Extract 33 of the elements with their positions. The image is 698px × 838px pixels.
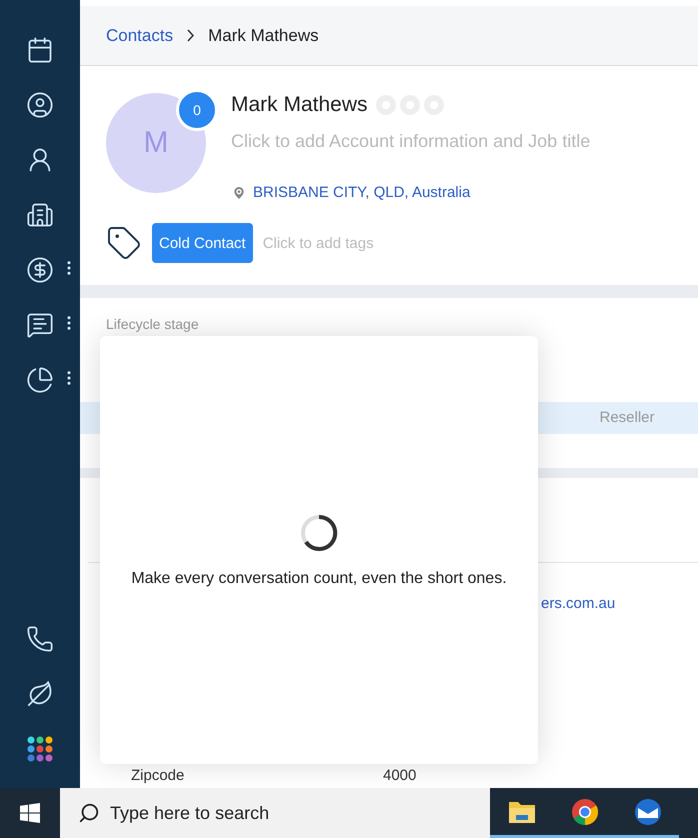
leaf-slash-icon[interactable] [26,680,54,708]
field-label: Zipcode [131,767,186,784]
location-link[interactable]: BRISBANE CITY, QLD, Australia [253,184,470,201]
breadcrumb-link[interactable]: Contacts [106,26,174,46]
windows-start-icon[interactable] [20,803,40,823]
taskbar-search-field[interactable]: Type here to search [60,788,490,838]
tag-chip[interactable]: Cold Contact [152,223,253,263]
calendar-icon[interactable] [26,36,54,64]
chat-icon[interactable] [26,310,54,338]
search-icon [78,802,100,824]
lifecycle-label: Lifecycle stage [105,316,200,332]
breadcrumb-current: Mark Mathews [208,26,319,46]
stage-label[interactable]: Reseller [556,402,698,434]
spinner-icon [300,514,338,552]
phone-icon[interactable] [26,624,54,652]
loading-message: Make every conversation count, even the short ones. [131,570,507,588]
tags-placeholder[interactable]: Click to add tags [262,234,374,252]
contact-icon[interactable] [26,90,54,118]
apps-grid-icon[interactable] [27,736,53,762]
browser-icon[interactable] [570,798,598,826]
location-pin-icon [231,184,247,200]
building-icon[interactable] [26,200,54,228]
subtitle-placeholder[interactable]: Click to add Account information and Job title [231,131,590,152]
contact-name: Mark Mathews [231,93,368,117]
folder-icon[interactable] [508,800,536,824]
chevron-icon [187,29,194,42]
pie-icon[interactable] [26,366,54,394]
field-value: 4000 [383,767,416,784]
tag-icon [106,225,142,261]
dollar-icon[interactable] [26,256,54,284]
email-link[interactable]: ers.com.au [541,595,698,612]
mail-app-icon[interactable] [632,798,662,826]
count-badge: 0 [176,89,218,131]
